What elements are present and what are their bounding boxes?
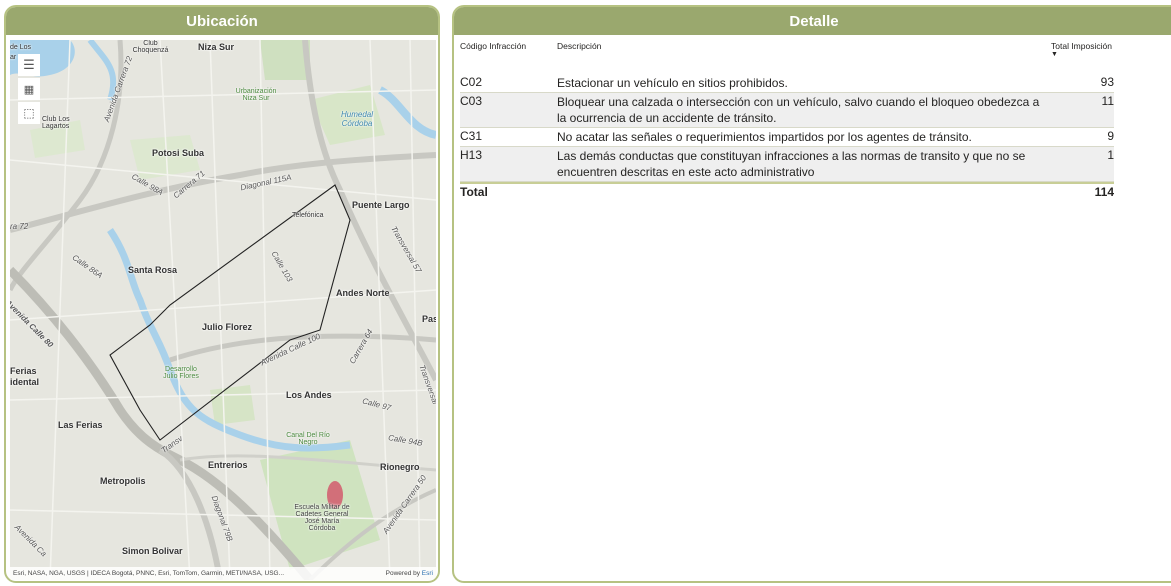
table-row[interactable]: C03 Bloquear una calzada o intersección …: [460, 93, 1114, 128]
map-label: Canal Del Río Negro: [286, 432, 330, 446]
qr-select-button[interactable]: ▦: [18, 78, 40, 100]
map-label: Entrerios: [208, 460, 248, 470]
map-label: Ferias: [10, 366, 37, 376]
map-label: Niza Sur: [198, 42, 235, 52]
cell-description: Las demás conductas que constituyan infr…: [557, 149, 1026, 179]
total-value: 114: [1094, 185, 1114, 199]
map-label: Metropolis: [100, 476, 146, 486]
map-label: Club Choquenzá: [132, 40, 169, 54]
map-label: idental: [10, 377, 40, 387]
map-label: Urbanización Niza Sur: [235, 88, 277, 102]
map-label: Simon Bolivar: [122, 546, 183, 556]
total-spacer: [557, 184, 1051, 200]
map-panel-title: Ubicación: [6, 7, 438, 35]
map-label: Telefónica: [292, 212, 324, 219]
table-row[interactable]: C31 No acatar las señales o requerimient…: [460, 128, 1114, 147]
cell-description: Estacionar un vehículo en sitios prohibi…: [557, 76, 788, 90]
map-label: Los Andes: [286, 390, 332, 400]
map-label: Julio Florez: [202, 322, 253, 332]
layers-menu-button[interactable]: ☰: [18, 54, 40, 76]
hamburger-icon: ☰: [23, 57, 35, 72]
total-label: Total: [460, 185, 488, 199]
map-attribution: Esri, NASA, NGA, USGS | IDECA Bogotá, PN…: [10, 567, 436, 580]
column-header-description[interactable]: Descripción: [557, 41, 1051, 74]
cell-total: 11: [1101, 94, 1114, 108]
map-label: ar: [10, 54, 17, 61]
cell-total: 1: [1107, 148, 1114, 162]
rectangle-select-button[interactable]: ⬚: [18, 102, 40, 124]
cell-description: Bloquear una calzada o intersección con …: [557, 95, 1040, 125]
powered-by[interactable]: Powered by Esri: [386, 570, 433, 577]
map-label: Escuela Militar de Cadetes General José …: [294, 504, 350, 532]
cell-total: 93: [1100, 75, 1114, 89]
map-view[interactable]: ☰ ▦ ⬚ de Los ar Club Choquenzá Niza Sur …: [10, 40, 436, 580]
cell-description: No acatar las señales o requerimientos i…: [557, 130, 972, 144]
map-label: Puente Largo: [352, 200, 410, 210]
map-label: Club Los Lagartos: [42, 116, 70, 130]
cell-code: H13: [460, 148, 483, 162]
map-label: ra 72: [10, 222, 29, 231]
table-row[interactable]: H13 Las demás conductas que constituyan …: [460, 147, 1114, 182]
map-label: Desarrollo Julio Flores: [163, 366, 199, 380]
map-label: Santa Rosa: [128, 265, 178, 275]
attribution-text: Esri, NASA, NGA, USGS | IDECA Bogotá, PN…: [13, 570, 285, 577]
esri-link[interactable]: Esri: [422, 570, 433, 577]
powered-by-label: Powered by: [385, 570, 420, 577]
map-label: Humedal Córdoba: [340, 110, 373, 128]
rectangle-select-icon: ⬚: [23, 106, 35, 120]
map-label: Andes Norte: [336, 288, 390, 298]
detail-panel: Detalle Código Infracción Descripción To…: [452, 5, 1171, 583]
map-label: Rionegro: [380, 462, 420, 472]
cell-code: C03: [460, 94, 483, 108]
table-header: Código Infracción Descripción Total Impo…: [460, 41, 1114, 74]
map-label: de Los: [10, 44, 32, 51]
cell-code: C02: [460, 75, 483, 89]
map-label: Potosi Suba: [152, 148, 205, 158]
map-label: Las Ferias: [58, 420, 103, 430]
table-row[interactable]: C02 Estacionar un vehículo en sitios pro…: [460, 74, 1114, 93]
column-header-total[interactable]: Total Imposición ▼: [1051, 41, 1114, 74]
column-header-code[interactable]: Código Infracción: [460, 41, 557, 74]
cell-code: C31: [460, 129, 483, 143]
column-header-total-label: Total Imposición: [1051, 41, 1112, 51]
map-toolbar: ☰ ▦ ⬚: [18, 54, 40, 126]
grid-select-icon: ▦: [23, 83, 35, 96]
sort-descending-icon: ▼: [1051, 51, 1058, 58]
detail-panel-title: Detalle: [454, 7, 1171, 35]
map-label: Pas: [422, 314, 436, 324]
detail-table: Código Infracción Descripción Total Impo…: [460, 41, 1114, 200]
table-total-row: Total 114: [460, 182, 1114, 200]
map-panel: Ubicación ☰ ▦ ⬚ de Los ar Club Choquenzá…: [4, 5, 440, 583]
detail-title-text: Detalle: [789, 12, 839, 30]
cell-total: 9: [1107, 129, 1114, 143]
